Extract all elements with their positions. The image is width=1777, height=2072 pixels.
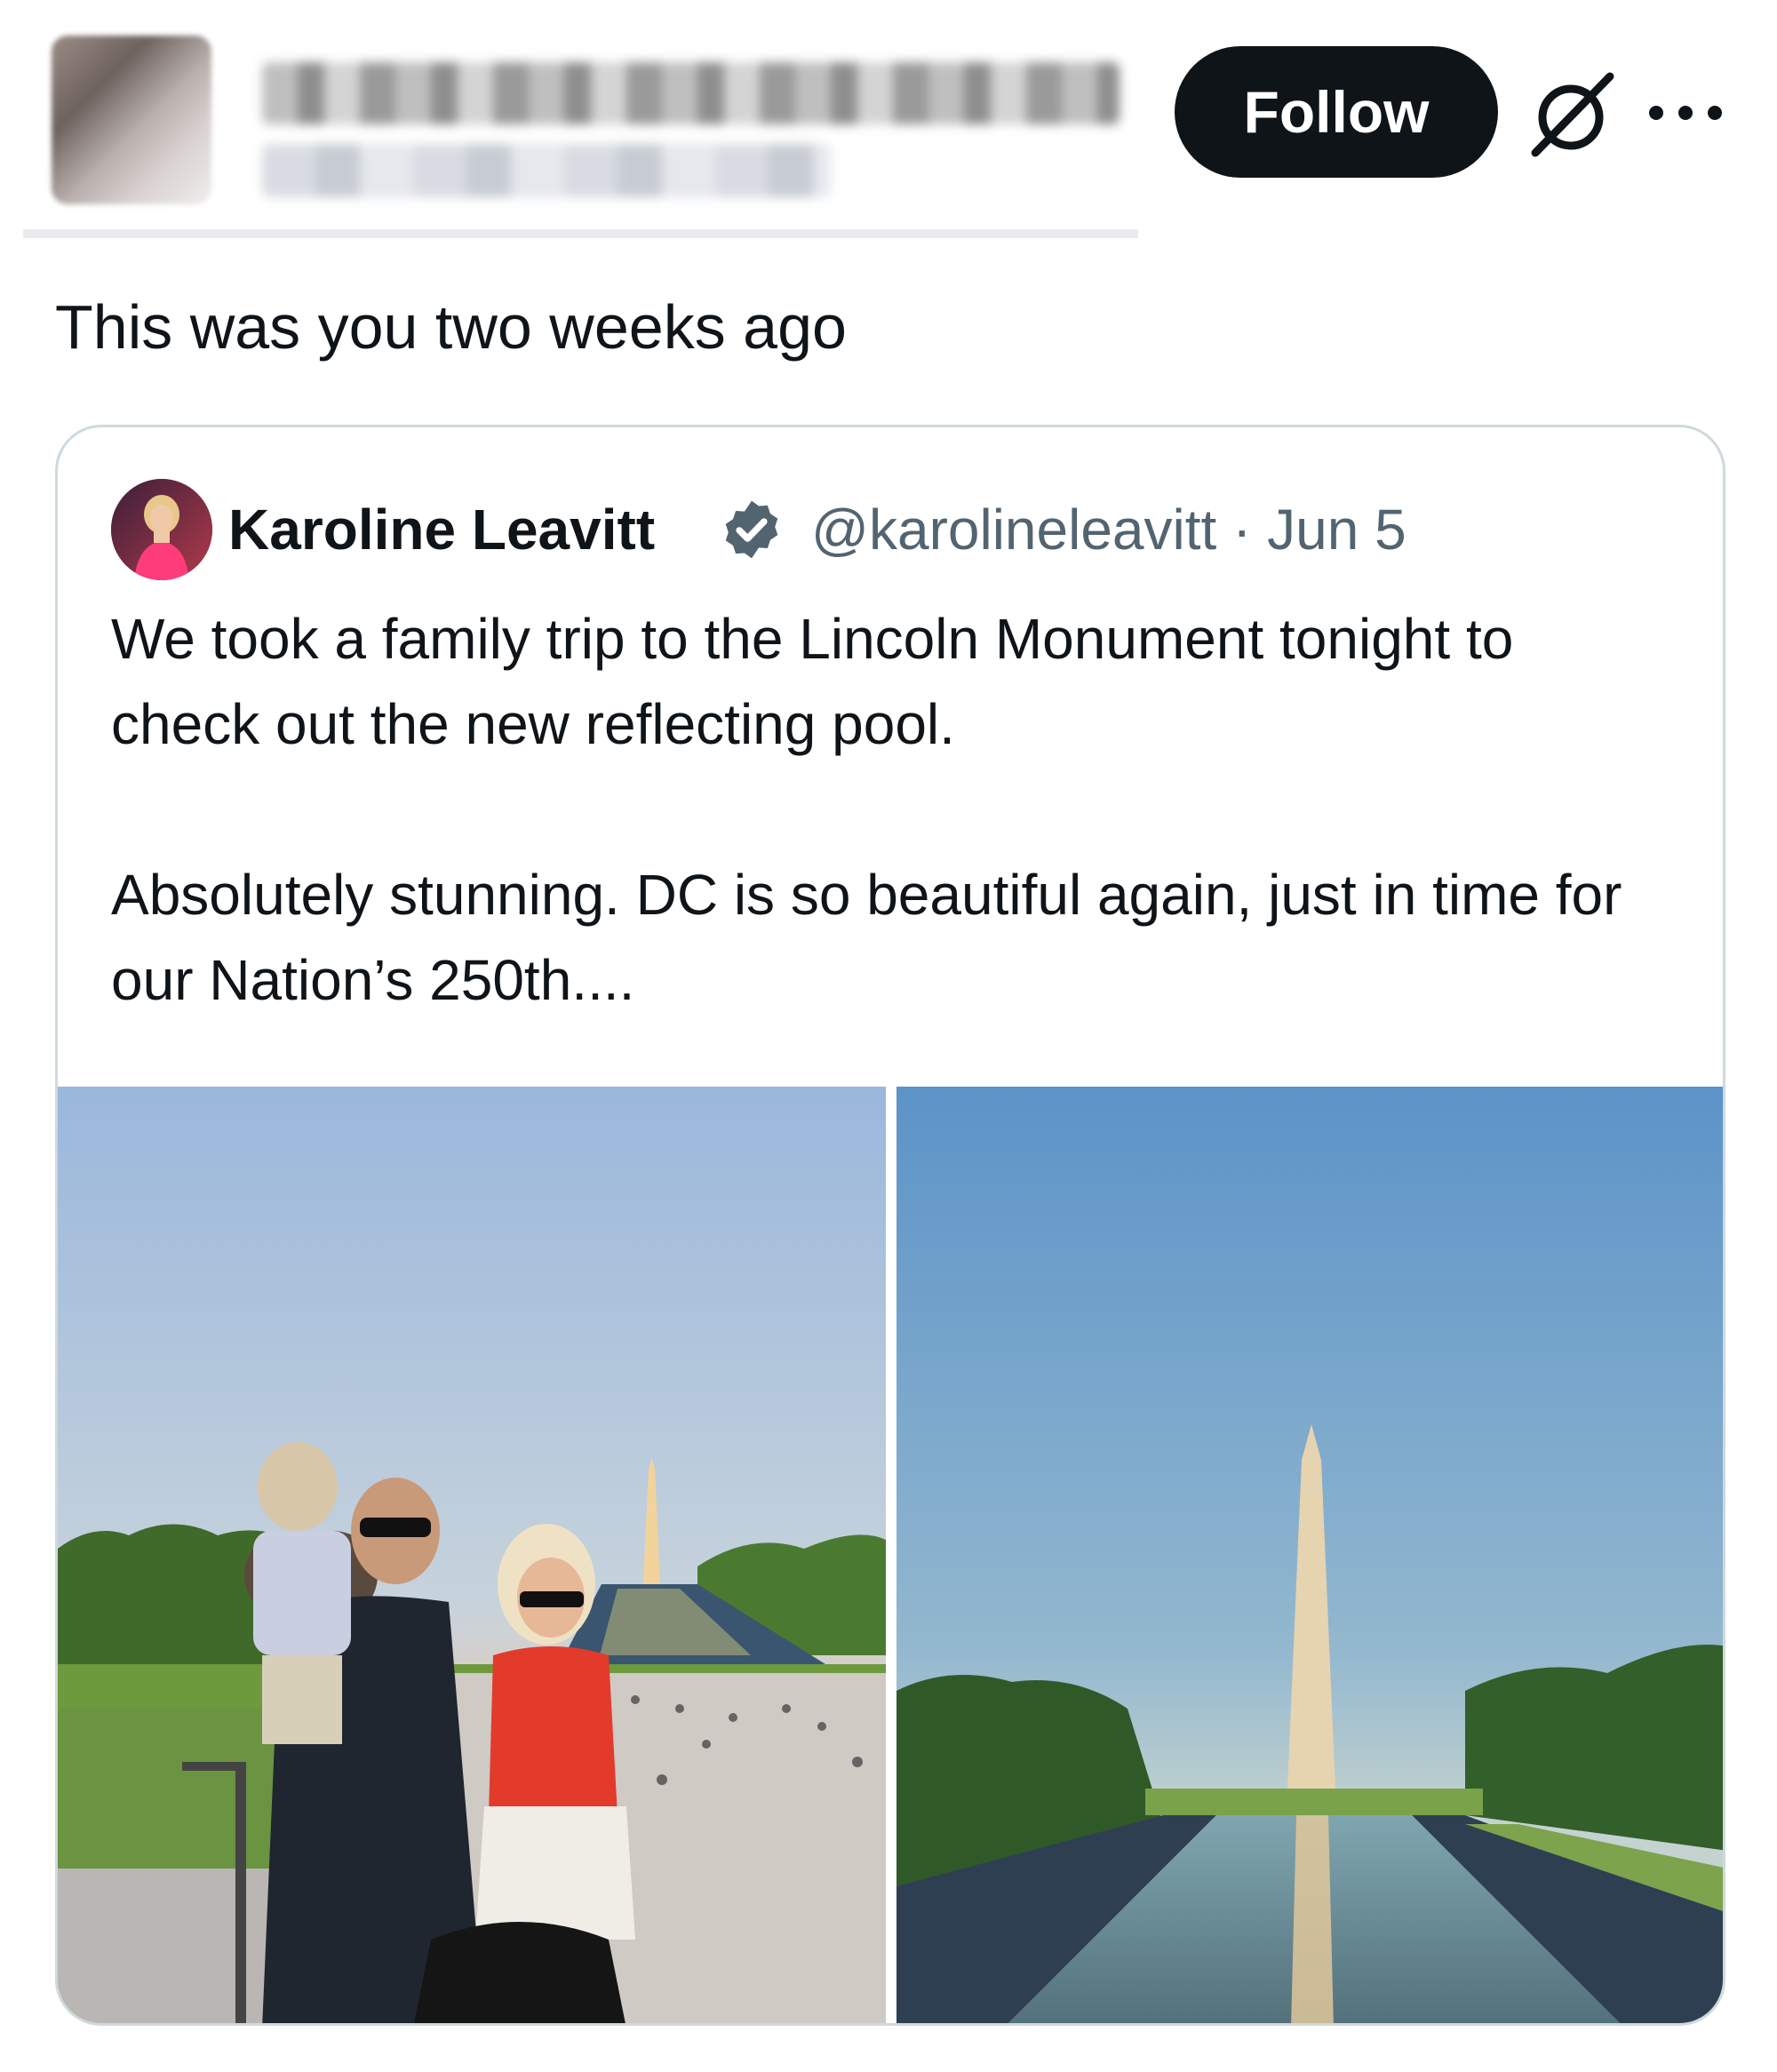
quoted-author-avatar[interactable] — [111, 479, 212, 580]
quoted-post-text: We took a family trip to the Lincoln Mon… — [111, 596, 1675, 1023]
author-handle-blurred — [262, 144, 831, 197]
post-text: This was you two weeks ago — [55, 292, 847, 362]
quoted-paragraph-2: Absolutely stunning. DC is so beautiful … — [111, 863, 1622, 1012]
author-name-blurred[interactable] — [262, 62, 1120, 124]
photo-washington-monument[interactable] — [896, 1087, 1723, 2023]
quoted-post-card[interactable]: Karoline Leavitt @karolineleavitt · Jun … — [55, 425, 1725, 2026]
quoted-handle-date[interactable]: @karolineleavitt · Jun 5 — [811, 497, 1406, 562]
header-divider — [23, 229, 1138, 238]
photo-family-lincoln-memorial[interactable] — [58, 1087, 886, 2023]
quoted-paragraph-1: We took a family trip to the Lincoln Mon… — [111, 607, 1514, 756]
follow-button[interactable]: Follow — [1175, 46, 1498, 178]
quoted-author-name[interactable]: Karoline Leavitt — [228, 497, 655, 562]
grok-icon[interactable] — [1528, 69, 1617, 158]
verified-badge-icon — [725, 500, 778, 559]
more-icon[interactable] — [1646, 100, 1725, 126]
author-avatar-blurred[interactable] — [52, 36, 211, 204]
